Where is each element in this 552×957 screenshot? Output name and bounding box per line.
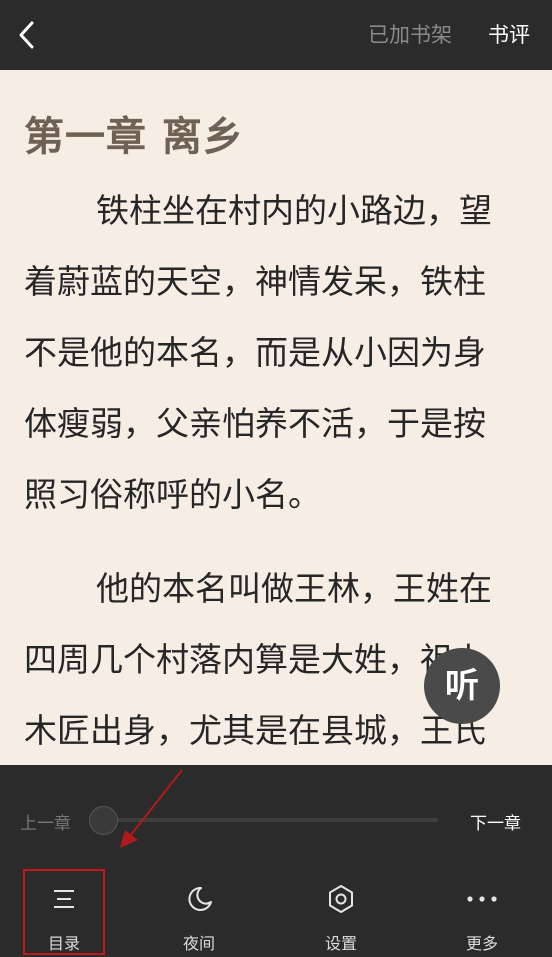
book-review-button[interactable]: 书评 bbox=[488, 19, 530, 49]
listen-button[interactable]: 听 bbox=[424, 648, 500, 724]
text-line: 铁柱坐在村内的小路边，望 bbox=[96, 191, 492, 230]
top-bar: 已加书架 书评 bbox=[0, 0, 552, 70]
nav-label: 夜间 bbox=[182, 934, 215, 953]
chapter-title: 第一章 离乡 bbox=[24, 114, 244, 160]
paragraph: 铁柱坐在村内的小路边，望 着蔚蓝的天空，神情发呆，铁柱 不是他的本名，而是从小因… bbox=[24, 175, 524, 530]
previous-chapter-button[interactable]: 上一章 bbox=[20, 809, 71, 834]
hexagon-settings-icon bbox=[329, 885, 353, 913]
more-button[interactable]: 更多 bbox=[427, 869, 537, 955]
next-chapter-button[interactable]: 下一章 bbox=[470, 809, 521, 834]
nav-label: 设置 bbox=[324, 934, 357, 953]
text-line: 体瘦弱，父亲怕养不活，于是按 bbox=[24, 404, 486, 443]
bottom-toolbar: 上一章 下一章 目录 夜间 设置 更多 bbox=[0, 765, 552, 957]
text-line: 着蔚蓝的天空，神情发呆，铁柱 bbox=[24, 262, 486, 301]
chapter-progress-track[interactable] bbox=[95, 818, 438, 822]
text-line: 不是他的本名，而是从小因为身 bbox=[24, 333, 486, 372]
text-line: 照习俗称呼的小名。 bbox=[24, 475, 321, 514]
chapter-progress-thumb[interactable] bbox=[89, 806, 118, 835]
nav-label: 目录 bbox=[47, 934, 80, 953]
table-of-contents-button[interactable]: 目录 bbox=[23, 869, 105, 955]
nav-label: 更多 bbox=[465, 934, 498, 953]
back-button[interactable] bbox=[12, 17, 48, 53]
chevron-left-icon bbox=[19, 21, 34, 49]
settings-button[interactable]: 设置 bbox=[286, 869, 396, 955]
more-dots-icon bbox=[467, 896, 497, 902]
night-mode-button[interactable]: 夜间 bbox=[144, 869, 254, 955]
menu-list-icon bbox=[54, 890, 74, 908]
moon-icon bbox=[188, 886, 212, 911]
added-to-shelf-label: 已加书架 bbox=[368, 23, 452, 47]
text-line: 他的本名叫做王林，王姓在 bbox=[96, 569, 492, 608]
